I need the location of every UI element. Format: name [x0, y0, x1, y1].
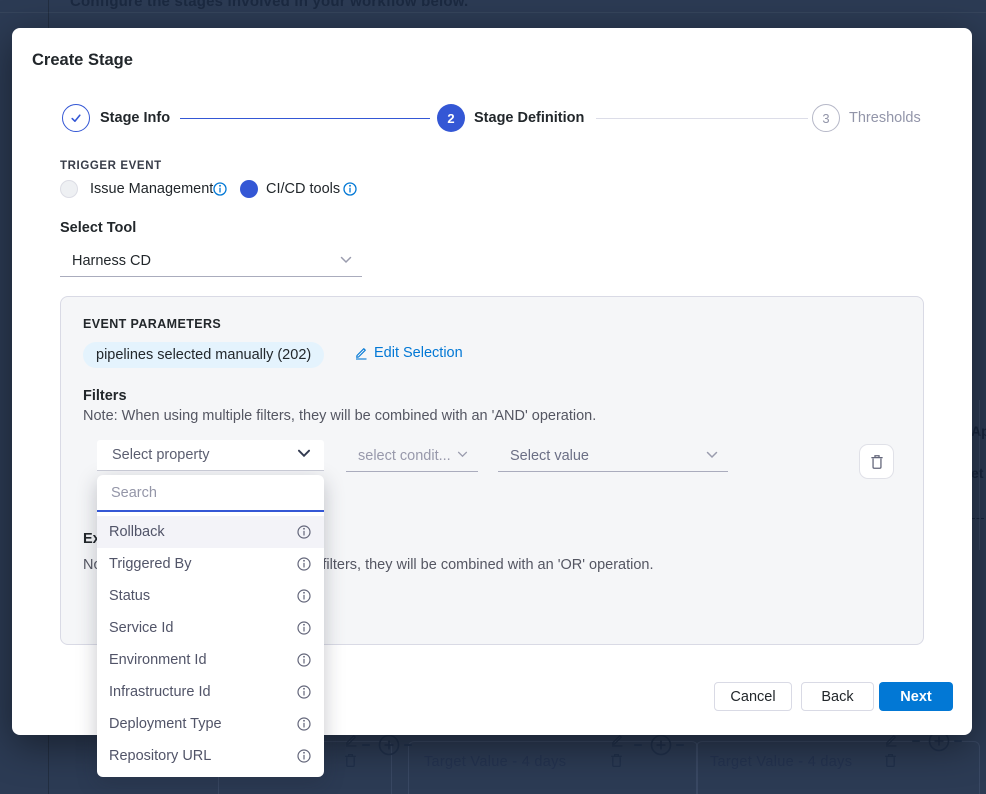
- trash-icon: [870, 454, 884, 470]
- backdrop-divider: [0, 12, 986, 13]
- info-icon[interactable]: [297, 589, 311, 603]
- dropdown-item-label: Rollback: [109, 524, 165, 540]
- condition-dropdown[interactable]: select condit...: [346, 441, 478, 472]
- info-icon[interactable]: [343, 182, 357, 196]
- backdrop-dash: [634, 744, 642, 746]
- step-thresholds-circle[interactable]: 3: [812, 104, 840, 132]
- info-icon[interactable]: [297, 717, 311, 731]
- info-icon[interactable]: [213, 182, 227, 196]
- select-tool-value: Harness CD: [72, 246, 151, 276]
- dropdown-item-label: Service Id: [109, 620, 173, 636]
- check-icon: [69, 111, 83, 125]
- backdrop-target-value-label: Target Value - 4 days: [710, 754, 852, 770]
- stepper-connector: [596, 118, 808, 119]
- pipelines-selected-pill: pipelines selected manually (202): [83, 342, 324, 368]
- edit-selection-link[interactable]: Edit Selection: [354, 345, 463, 361]
- dropdown-item-service-id[interactable]: Service Id: [97, 612, 324, 644]
- value-placeholder: Select value: [510, 441, 589, 471]
- edit-selection-label: Edit Selection: [374, 345, 463, 361]
- step-stage-info-circle[interactable]: [62, 104, 90, 132]
- edit-icon: [344, 733, 358, 747]
- dropdown-item-label: Infrastructure Id: [109, 684, 211, 700]
- backdrop-target-value-label: Target Value - 4 days: [424, 754, 566, 770]
- chevron-down-icon: [457, 451, 468, 458]
- radio-cicd-tools-label[interactable]: CI/CD tools: [266, 180, 340, 198]
- stepper-connector: [180, 118, 430, 120]
- screen: Configure the stages involved in your wo…: [0, 0, 986, 794]
- dropdown-search-row: [97, 475, 324, 512]
- trash-icon: [610, 753, 623, 768]
- chevron-down-icon: [297, 449, 311, 458]
- step-thresholds-label[interactable]: Thresholds: [849, 104, 921, 132]
- dropdown-item-deployment-type[interactable]: Deployment Type: [97, 708, 324, 740]
- cancel-button[interactable]: Cancel: [714, 682, 792, 711]
- info-icon[interactable]: [297, 685, 311, 699]
- backdrop-dash: [362, 744, 370, 746]
- condition-placeholder: select condit...: [358, 441, 451, 471]
- step-stage-info-label[interactable]: Stage Info: [100, 104, 170, 132]
- dropdown-item-environment-id[interactable]: Environment Id: [97, 644, 324, 676]
- backdrop-dash: [954, 740, 962, 742]
- backdrop-vertical-line: [48, 735, 49, 794]
- dropdown-item-label: Deployment Type: [109, 716, 222, 732]
- select-tool-label: Select Tool: [60, 220, 136, 236]
- backdrop-dash: [676, 744, 684, 746]
- modal-title: Create Stage: [32, 51, 133, 70]
- search-input[interactable]: [97, 485, 324, 501]
- back-button[interactable]: Back: [801, 682, 874, 711]
- select-tool-dropdown[interactable]: Harness CD: [60, 246, 362, 277]
- backdrop-dash: [912, 740, 920, 742]
- backdrop-dash: [404, 744, 412, 746]
- step-stage-definition-circle[interactable]: 2: [437, 104, 465, 132]
- dropdown-item-repository-url[interactable]: Repository URL: [97, 740, 324, 772]
- chevron-down-icon: [340, 256, 352, 264]
- backdrop-dashed-line: [972, 518, 984, 519]
- dropdown-list: Rollback Triggered By Status Service Id …: [97, 512, 324, 777]
- backdrop-vertical-line: [48, 0, 49, 28]
- dropdown-item-label: Repository URL: [109, 748, 211, 764]
- trash-icon: [344, 753, 357, 768]
- trash-icon: [884, 753, 897, 768]
- delete-filter-button[interactable]: [859, 444, 894, 479]
- trigger-event-label: TRIGGER EVENT: [60, 160, 162, 172]
- info-icon[interactable]: [297, 621, 311, 635]
- radio-cicd-tools[interactable]: [240, 180, 258, 198]
- dropdown-item-label: Environment Id: [109, 652, 207, 668]
- info-icon[interactable]: [297, 525, 311, 539]
- dropdown-item-label: Triggered By: [109, 556, 191, 572]
- next-button[interactable]: Next: [879, 682, 953, 711]
- edit-icon: [884, 733, 898, 747]
- radio-issue-management-label[interactable]: Issue Management: [90, 180, 213, 198]
- dropdown-item-infrastructure-id[interactable]: Infrastructure Id: [97, 676, 324, 708]
- property-dropdown-trigger[interactable]: Select property: [97, 440, 324, 471]
- edit-icon: [354, 346, 368, 360]
- backdrop-fragment: et: [971, 465, 983, 481]
- radio-issue-management[interactable]: [60, 180, 78, 198]
- backdrop-card-edge: [979, 400, 980, 550]
- info-icon[interactable]: [297, 653, 311, 667]
- dropdown-item-label: Status: [109, 588, 150, 604]
- dropdown-item-status[interactable]: Status: [97, 580, 324, 612]
- value-dropdown[interactable]: Select value: [498, 441, 728, 472]
- edit-icon: [610, 733, 624, 747]
- step-stage-definition-label[interactable]: Stage Definition: [474, 104, 584, 132]
- filters-heading: Filters: [83, 388, 127, 404]
- chevron-down-icon: [706, 451, 718, 459]
- dropdown-item-rollback[interactable]: Rollback: [97, 516, 324, 548]
- event-parameters-heading: EVENT PARAMETERS: [83, 317, 221, 331]
- backdrop-heading: Configure the stages involved in your wo…: [70, 0, 468, 10]
- filters-note: Note: When using multiple filters, they …: [83, 408, 596, 424]
- property-placeholder: Select property: [112, 440, 210, 470]
- info-icon[interactable]: [297, 557, 311, 571]
- info-icon[interactable]: [297, 749, 311, 763]
- dropdown-item-triggered-by[interactable]: Triggered By: [97, 548, 324, 580]
- property-dropdown-popup: Rollback Triggered By Status Service Id …: [97, 475, 324, 777]
- plus-icon: [650, 734, 672, 756]
- plus-icon: [378, 734, 400, 756]
